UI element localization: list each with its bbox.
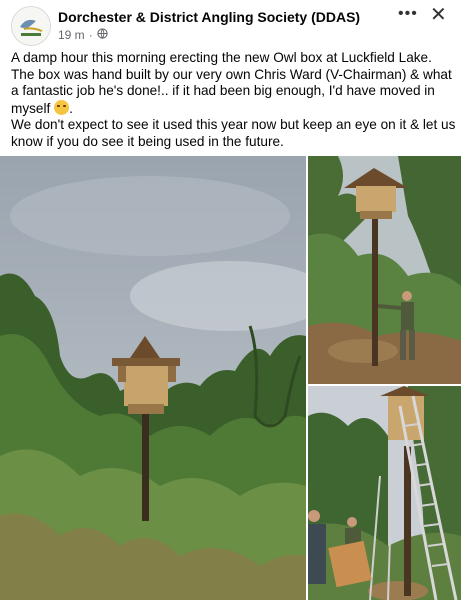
post-paragraph-2: We don't expect to see it used this year… bbox=[11, 117, 456, 149]
post-text: A damp hour this morning erecting the ne… bbox=[11, 50, 457, 151]
grimacing-face-icon bbox=[54, 99, 70, 115]
man-beside-owl-box-pole-photo[interactable] bbox=[308, 156, 461, 384]
ladder-against-owl-box-photo[interactable] bbox=[308, 386, 461, 600]
society-logo-icon[interactable] bbox=[11, 6, 51, 46]
post-header: Dorchester & District Angling Society (D… bbox=[0, 0, 461, 48]
meta-separator: · bbox=[88, 28, 93, 42]
post-text-line1-end: . bbox=[69, 100, 73, 116]
close-icon[interactable]: ✕ bbox=[430, 2, 447, 27]
post-time[interactable]: 19 m bbox=[58, 28, 85, 42]
globe-icon bbox=[97, 28, 108, 42]
owl-box-on-pole-photo[interactable] bbox=[0, 156, 306, 600]
post-paragraph-1: A damp hour this morning erecting the ne… bbox=[11, 50, 457, 117]
page-name-link[interactable]: Dorchester & District Angling Society (D… bbox=[58, 9, 360, 25]
more-dots-icon[interactable]: ••• bbox=[398, 5, 418, 23]
post-text-line1: A damp hour this morning erecting the ne… bbox=[11, 50, 452, 116]
post-meta: 19 m · bbox=[58, 28, 108, 42]
